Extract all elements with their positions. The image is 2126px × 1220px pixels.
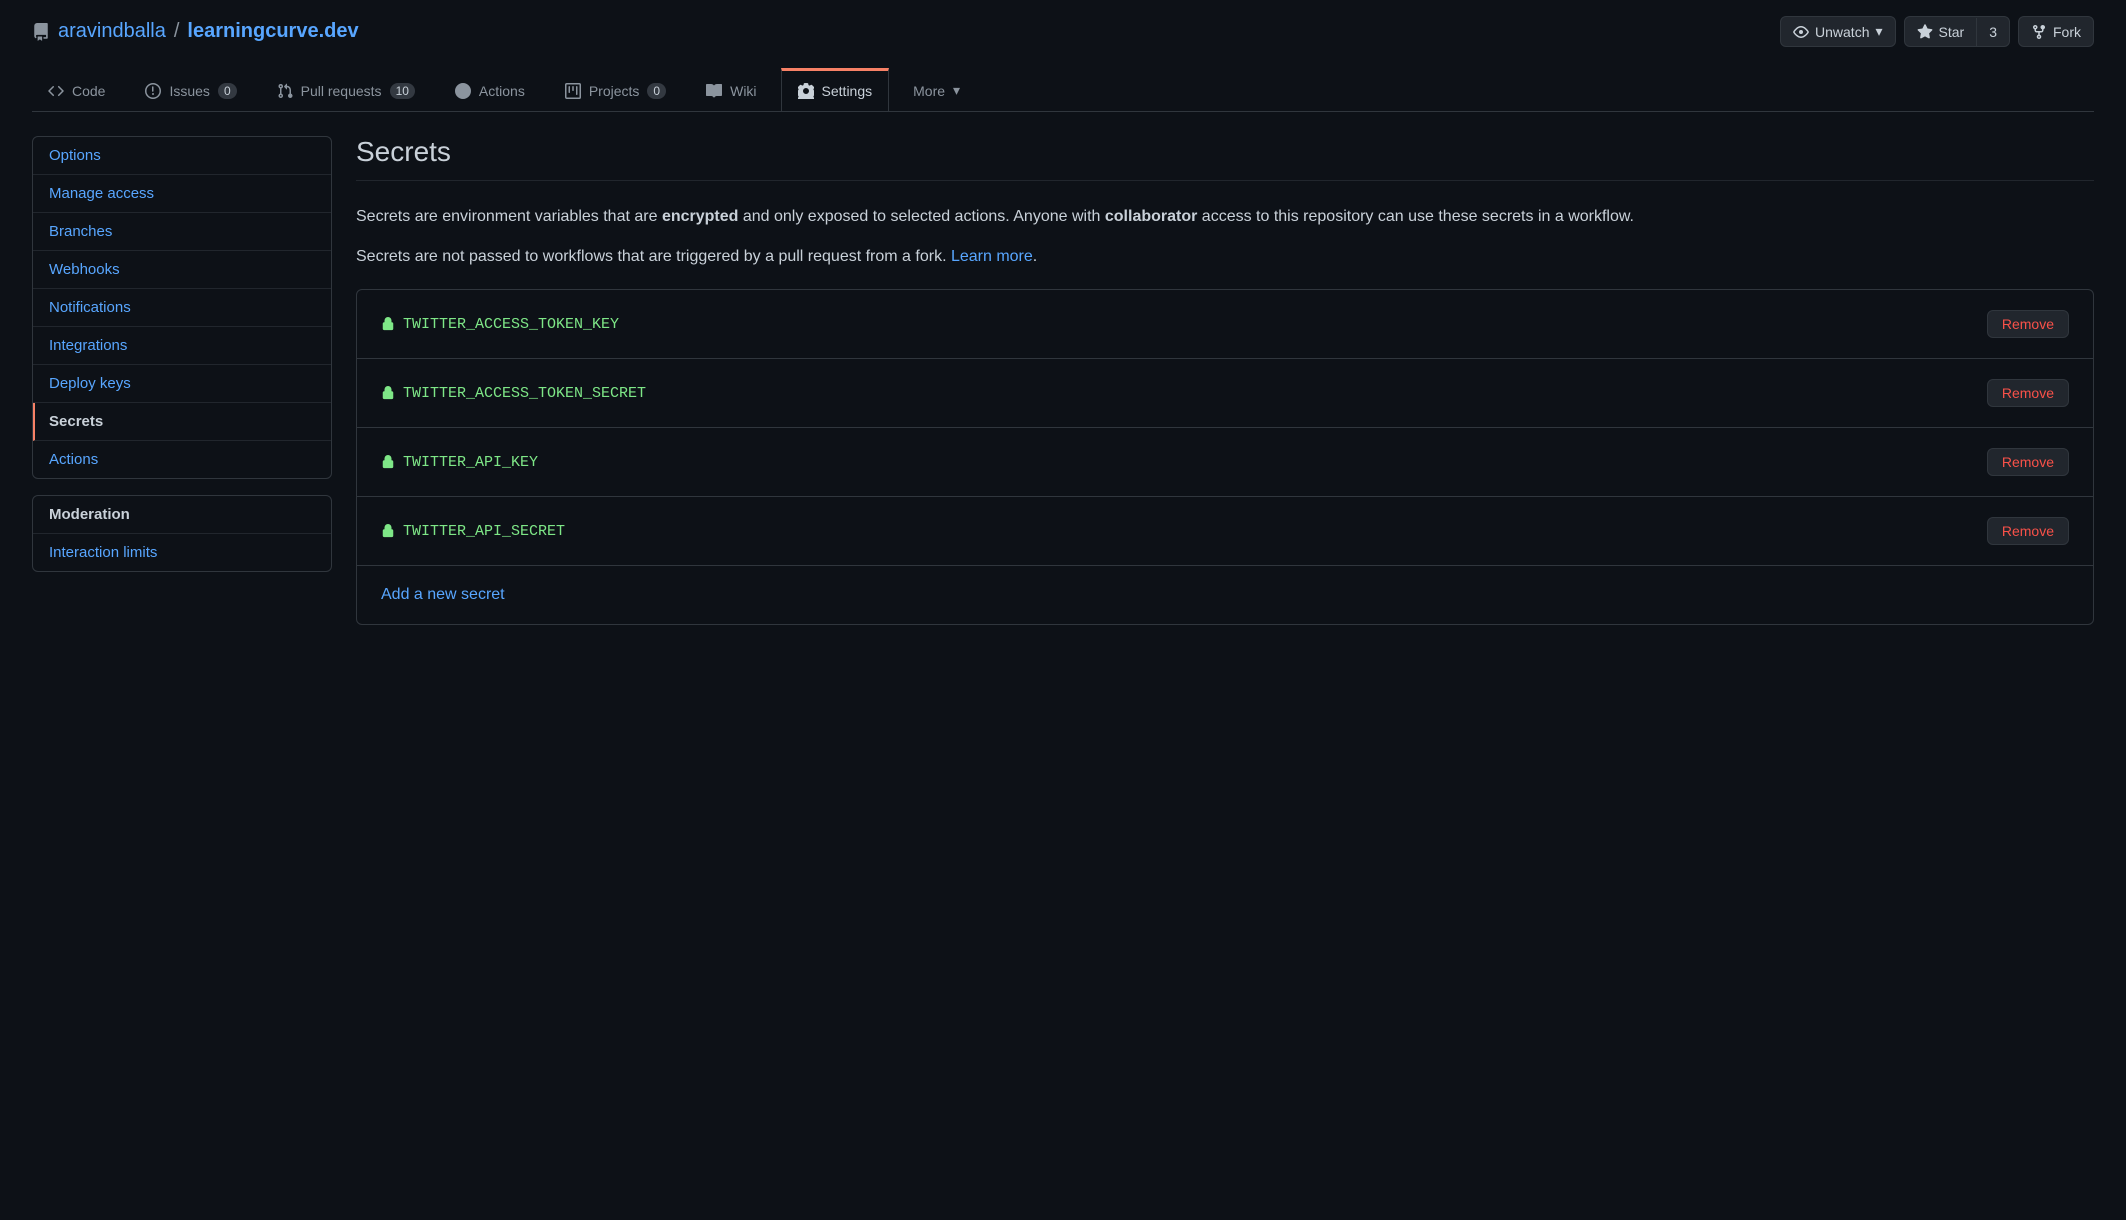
caret-down-icon: ▾ [953, 82, 960, 99]
page-title: Secrets [356, 136, 2094, 181]
issue-icon [145, 83, 161, 99]
remove-button[interactable]: Remove [1987, 517, 2069, 545]
gear-icon [798, 83, 814, 99]
tab-actions[interactable]: Actions [439, 68, 541, 111]
secrets-description-1: Secrets are environment variables that a… [356, 205, 2094, 229]
projects-count: 0 [647, 83, 666, 99]
tab-wiki-label: Wiki [730, 83, 756, 99]
tab-pulls-label: Pull requests [301, 83, 382, 99]
secret-row: TWITTER_API_KEY Remove [357, 428, 2093, 497]
secret-row: TWITTER_ACCESS_TOKEN_SECRET Remove [357, 359, 2093, 428]
repo-owner-link[interactable]: aravindballa [58, 20, 166, 43]
sidebar-item-notifications[interactable]: Notifications [33, 289, 331, 327]
sidebar-item-manage-access[interactable]: Manage access [33, 175, 331, 213]
fork-icon [2031, 24, 2047, 40]
secrets-description-2: Secrets are not passed to workflows that… [356, 245, 2094, 269]
tab-pulls[interactable]: Pull requests 10 [261, 68, 431, 111]
breadcrumb-separator: / [174, 20, 180, 43]
repo-icon [32, 23, 50, 41]
repo-name-link[interactable]: learningcurve.dev [187, 20, 358, 43]
lock-icon [381, 386, 395, 400]
star-count[interactable]: 3 [1976, 18, 2009, 46]
settings-menu: Options Manage access Branches Webhooks … [32, 136, 332, 479]
unwatch-button[interactable]: Unwatch ▾ [1780, 16, 1896, 47]
lock-icon [381, 317, 395, 331]
star-label: Star [1939, 24, 1965, 40]
repo-tabs: Code Issues 0 Pull requests 10 Actions P… [32, 67, 2094, 112]
play-icon [455, 83, 471, 99]
tab-issues[interactable]: Issues 0 [129, 68, 252, 111]
project-icon [565, 83, 581, 99]
moderation-heading: Moderation [33, 496, 331, 534]
star-button[interactable]: Star 3 [1904, 16, 2010, 47]
sidebar-item-webhooks[interactable]: Webhooks [33, 251, 331, 289]
tab-code[interactable]: Code [32, 68, 121, 111]
remove-button[interactable]: Remove [1987, 448, 2069, 476]
tab-actions-label: Actions [479, 83, 525, 99]
lock-icon [381, 524, 395, 538]
tab-issues-label: Issues [169, 83, 209, 99]
tab-wiki[interactable]: Wiki [690, 68, 772, 111]
repo-breadcrumb: aravindballa / learningcurve.dev [32, 20, 359, 43]
book-icon [706, 83, 722, 99]
sidebar-item-secrets: Secrets [33, 403, 331, 441]
issues-count: 0 [218, 83, 237, 99]
remove-button[interactable]: Remove [1987, 379, 2069, 407]
tab-projects[interactable]: Projects 0 [549, 68, 682, 111]
tab-settings[interactable]: Settings [781, 68, 890, 111]
fork-label: Fork [2053, 24, 2081, 40]
caret-down-icon: ▾ [1875, 23, 1882, 40]
secret-row: TWITTER_API_SECRET Remove [357, 497, 2093, 566]
tab-settings-label: Settings [822, 83, 873, 99]
pulls-count: 10 [390, 83, 415, 99]
sidebar-item-integrations[interactable]: Integrations [33, 327, 331, 365]
fork-button[interactable]: Fork [2018, 16, 2094, 47]
secret-name-label: TWITTER_ACCESS_TOKEN_KEY [403, 316, 619, 333]
secrets-list: TWITTER_ACCESS_TOKEN_KEY Remove TWITTER_… [356, 289, 2094, 625]
pull-request-icon [277, 83, 293, 99]
secret-name-label: TWITTER_API_SECRET [403, 523, 565, 540]
eye-icon [1793, 24, 1809, 40]
tab-projects-label: Projects [589, 83, 640, 99]
unwatch-label: Unwatch [1815, 24, 1869, 40]
remove-button[interactable]: Remove [1987, 310, 2069, 338]
star-icon [1917, 24, 1933, 40]
sidebar-item-actions[interactable]: Actions [33, 441, 331, 478]
secret-name-label: TWITTER_ACCESS_TOKEN_SECRET [403, 385, 646, 402]
add-secret-link[interactable]: Add a new secret [381, 586, 505, 603]
lock-icon [381, 455, 395, 469]
learn-more-link[interactable]: Learn more [951, 248, 1033, 265]
secret-name-label: TWITTER_API_KEY [403, 454, 538, 471]
moderation-menu: Moderation Interaction limits [32, 495, 332, 572]
tab-more[interactable]: More ▾ [897, 67, 976, 111]
sidebar-item-branches[interactable]: Branches [33, 213, 331, 251]
sidebar-item-options[interactable]: Options [33, 137, 331, 175]
code-icon [48, 83, 64, 99]
tab-more-label: More [913, 83, 945, 99]
tab-code-label: Code [72, 83, 105, 99]
sidebar-item-deploy-keys[interactable]: Deploy keys [33, 365, 331, 403]
secret-row: TWITTER_ACCESS_TOKEN_KEY Remove [357, 290, 2093, 359]
sidebar-item-interaction-limits[interactable]: Interaction limits [33, 534, 331, 571]
